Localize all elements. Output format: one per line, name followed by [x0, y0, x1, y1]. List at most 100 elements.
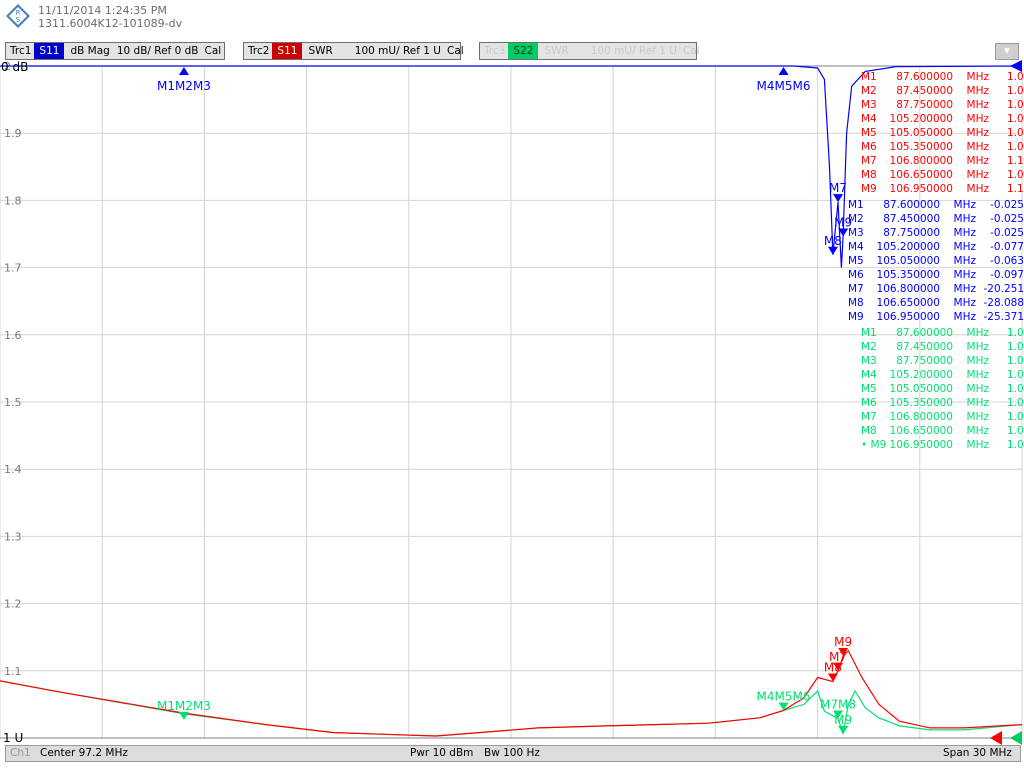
marker-cell: 105.050000	[876, 255, 940, 267]
footer-span[interactable]: Span 30 MHz	[943, 747, 1012, 759]
marker-triangle[interactable]	[778, 67, 789, 75]
marker-cell: 1.028	[1006, 341, 1024, 353]
y-tick-label: 1.7	[4, 262, 22, 275]
y-axis-ticks: 21.91.81.71.61.51.41.31.21.1	[4, 60, 22, 678]
ref-label-bottom: 1 U	[3, 731, 23, 745]
marker-cell: M9	[861, 183, 877, 195]
marker-triangle[interactable]	[838, 725, 849, 734]
marker-cell: MHz	[966, 127, 989, 139]
y-tick-label: 1.3	[4, 530, 22, 543]
marker-cell: 1.026	[1006, 355, 1024, 367]
marker-cell: 1.029	[1006, 85, 1024, 97]
marker-cell: 106.800000	[889, 155, 953, 167]
footer-power[interactable]: Pwr 10 dBm	[410, 747, 473, 759]
marker-cell: 106.800000	[876, 283, 940, 295]
marker-cell: M1	[861, 71, 877, 83]
marker-cell: -0.025	[990, 227, 1024, 239]
marker-cell: M3	[861, 99, 877, 111]
marker-cell: MHz	[966, 155, 989, 167]
marker-cell: MHz	[966, 85, 989, 97]
marker-cell: M7	[861, 411, 877, 423]
marker-cell: MHz	[966, 141, 989, 153]
marker-cell: 87.750000	[896, 355, 953, 367]
marker-row: M6105.350000MHz1.044U	[861, 396, 1024, 410]
marker-cell: MHz	[966, 425, 989, 437]
marker-cell: -0.025	[990, 213, 1024, 225]
marker-cell: M4	[861, 113, 877, 125]
marker-cell: 1.039	[1006, 383, 1024, 395]
marker-row: M287.450000MHz1.029U	[861, 84, 1024, 98]
footer-channel: Ch1	[10, 747, 31, 759]
marker-cell: 106.650000	[876, 297, 940, 309]
marker-row: M7106.800000MHz-20.251dB	[848, 282, 1024, 296]
marker-cell: M3	[848, 227, 864, 239]
marker-cell: MHz	[966, 355, 989, 367]
marker-cell: -0.025	[990, 199, 1024, 211]
marker-cell: M5	[861, 127, 877, 139]
footer-bandwidth[interactable]: Bw 100 Hz	[484, 747, 540, 759]
marker-cell: M1	[848, 199, 864, 211]
marker-cell: 1.084	[1006, 169, 1024, 181]
marker-cell: MHz	[966, 411, 989, 423]
ref-arrow-icon	[990, 731, 1002, 745]
marker-cell: MHz	[966, 439, 989, 451]
marker-triangle[interactable]	[178, 67, 189, 75]
marker-row: M187.600000MHz1.027U	[861, 326, 1024, 340]
marker-cell: 106.800000	[889, 411, 953, 423]
marker-cell: 1.045	[1006, 141, 1024, 153]
marker-cell: 87.450000	[896, 85, 953, 97]
marker-label: M9	[834, 713, 852, 727]
marker-cell: M6	[861, 141, 877, 153]
marker-label: M4M5M6	[757, 79, 811, 93]
y-tick-label: 1.4	[4, 463, 22, 476]
marker-cell: MHz	[953, 255, 976, 267]
marker-cell: M2	[861, 85, 877, 97]
marker-cell: M7	[861, 155, 877, 167]
marker-table: M187.600000MHz1.028UM287.450000MHz1.029U…	[861, 70, 1024, 196]
marker-triangle[interactable]	[827, 246, 838, 255]
marker-cell: 105.350000	[889, 141, 953, 153]
marker-cell: • M9	[861, 439, 887, 451]
marker-cell: MHz	[966, 99, 989, 111]
marker-cell: MHz	[953, 213, 976, 225]
marker-cell: MHz	[953, 297, 976, 309]
marker-row: M4105.200000MHz1.041U	[861, 112, 1024, 126]
y-tick-label: 1.1	[4, 665, 22, 678]
marker-cell: 1.028	[1006, 71, 1024, 83]
marker-cell: 1.027	[1006, 99, 1024, 111]
marker-cell: -0.097	[990, 269, 1024, 281]
marker-row: M5105.050000MHz-0.063dB	[848, 254, 1024, 268]
marker-cell: 87.450000	[896, 341, 953, 353]
marker-cell: M8	[861, 169, 877, 181]
marker-cell: 1.122	[1006, 183, 1024, 195]
marker-label: M1M2M3	[157, 79, 211, 93]
marker-cell: 1.006	[1006, 439, 1024, 451]
marker-cell: -25.371	[983, 311, 1024, 323]
marker-cell: MHz	[953, 283, 976, 295]
marker-cell: 106.950000	[889, 439, 953, 451]
marker-cell: 105.350000	[876, 269, 940, 281]
marker-triangle[interactable]	[178, 711, 189, 720]
marker-label: M4M5M6	[757, 689, 811, 703]
marker-cell: -0.077	[990, 241, 1024, 253]
marker-cell: MHz	[966, 383, 989, 395]
marker-row: M5105.050000MHz1.039U	[861, 382, 1024, 396]
marker-label: M8	[824, 661, 842, 675]
y-tick-label: 1.8	[4, 194, 22, 207]
marker-cell: M3	[861, 355, 877, 367]
marker-cell: 105.200000	[889, 113, 953, 125]
marker-cell: MHz	[966, 113, 989, 125]
marker-cell: M6	[861, 397, 877, 409]
marker-cell: M6	[848, 269, 864, 281]
marker-cell: 87.600000	[896, 327, 953, 339]
marker-table: M187.600000MHz-0.025dBM287.450000MHz-0.0…	[848, 198, 1024, 324]
marker-cell: 106.650000	[889, 425, 953, 437]
marker-row: M6105.350000MHz1.045U	[861, 140, 1024, 154]
marker-row: M8106.650000MHz1.084U	[861, 168, 1024, 182]
marker-row: M387.750000MHz1.026U	[861, 354, 1024, 368]
marker-row: M187.600000MHz1.028U	[861, 70, 1024, 84]
marker-cell: MHz	[953, 199, 976, 211]
marker-label: M7	[829, 181, 847, 195]
marker-row: M6105.350000MHz-0.097dB	[848, 268, 1024, 282]
footer-center[interactable]: Center 97.2 MHz	[40, 747, 128, 759]
